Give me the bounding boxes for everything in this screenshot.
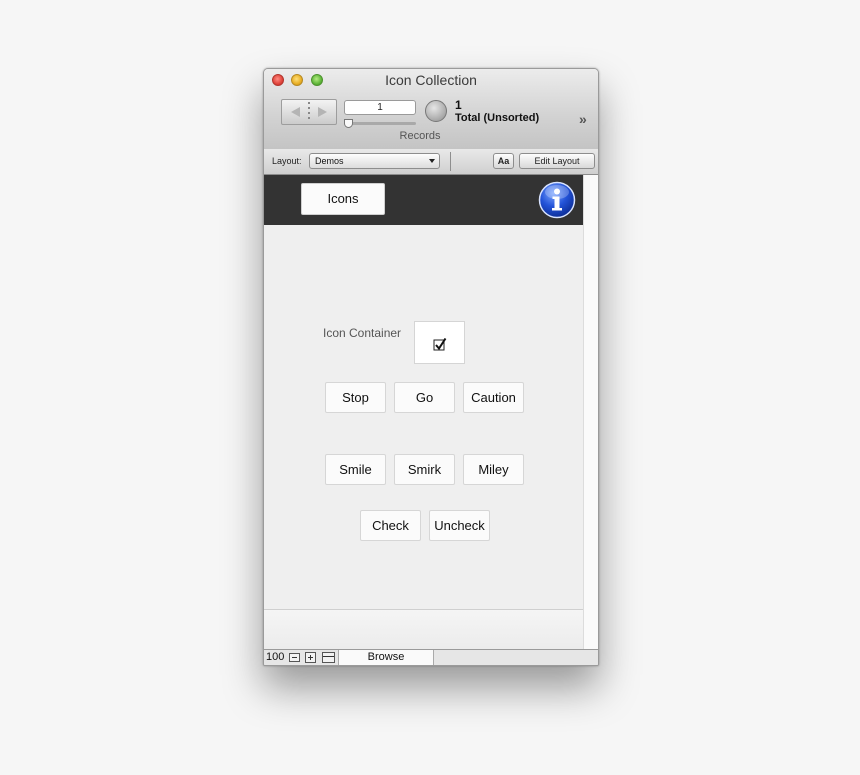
miley-button[interactable]: Miley xyxy=(463,454,524,485)
go-button[interactable]: Go xyxy=(394,382,455,413)
zoom-in-icon[interactable] xyxy=(305,652,316,663)
zoom-out-icon[interactable] xyxy=(289,653,300,662)
layout-bar: Layout: Demos Aa Edit Layout xyxy=(264,149,598,175)
header-band: Icons xyxy=(264,175,583,225)
layout-select-value: Demos xyxy=(315,156,344,166)
footer-band xyxy=(264,609,583,649)
record-slider-thumb[interactable] xyxy=(344,119,353,128)
checkbox-checked-icon xyxy=(433,338,447,351)
smirk-button[interactable]: Smirk xyxy=(394,454,455,485)
check-button[interactable]: Check xyxy=(360,510,421,541)
record-number-field[interactable]: 1 xyxy=(344,100,416,115)
uncheck-button[interactable]: Uncheck xyxy=(429,510,490,541)
formatting-bar-button[interactable]: Aa xyxy=(493,153,514,169)
previous-record-icon[interactable] xyxy=(291,107,300,117)
toggle-toolbar-icon[interactable] xyxy=(322,652,335,663)
edit-layout-button[interactable]: Edit Layout xyxy=(519,153,595,169)
mode-popup[interactable]: Browse xyxy=(338,650,434,665)
next-record-icon[interactable] xyxy=(318,107,327,117)
found-count: 1 xyxy=(455,98,462,112)
toolbar: Icon Collection 1 Records 1 Total (Unsor… xyxy=(264,69,598,150)
book-spine-icon xyxy=(308,102,310,122)
layout-bar-divider xyxy=(450,152,451,171)
info-icon[interactable] xyxy=(538,181,576,219)
found-set-pie-icon[interactable] xyxy=(425,100,447,122)
zoom-level[interactable]: 100 xyxy=(266,651,284,663)
icons-button[interactable]: Icons xyxy=(301,183,385,215)
icon-container-label: Icon Container xyxy=(323,326,402,340)
window-title: Icon Collection xyxy=(385,72,477,88)
records-label: Records xyxy=(399,130,441,142)
toolbar-overflow-chevron-icon[interactable]: » xyxy=(579,111,587,127)
layout-select[interactable]: Demos xyxy=(309,153,440,169)
vertical-scrollbar[interactable] xyxy=(583,175,598,649)
app-window: Icon Collection 1 Records 1 Total (Unsor… xyxy=(263,68,599,666)
caution-button[interactable]: Caution xyxy=(463,382,524,413)
smile-button[interactable]: Smile xyxy=(325,454,386,485)
layout-label: Layout: xyxy=(272,156,302,166)
record-slider-track[interactable] xyxy=(346,122,416,125)
icon-container-field[interactable] xyxy=(414,321,465,364)
stop-button[interactable]: Stop xyxy=(325,382,386,413)
dropdown-arrow-icon xyxy=(429,159,435,163)
found-total: Total (Unsorted) xyxy=(455,112,540,124)
status-bar: 100 Browse xyxy=(264,649,598,665)
record-navigation-book[interactable] xyxy=(281,99,337,125)
layout-content: Icons Icon Container Stop Go Caution Smi… xyxy=(264,175,583,649)
